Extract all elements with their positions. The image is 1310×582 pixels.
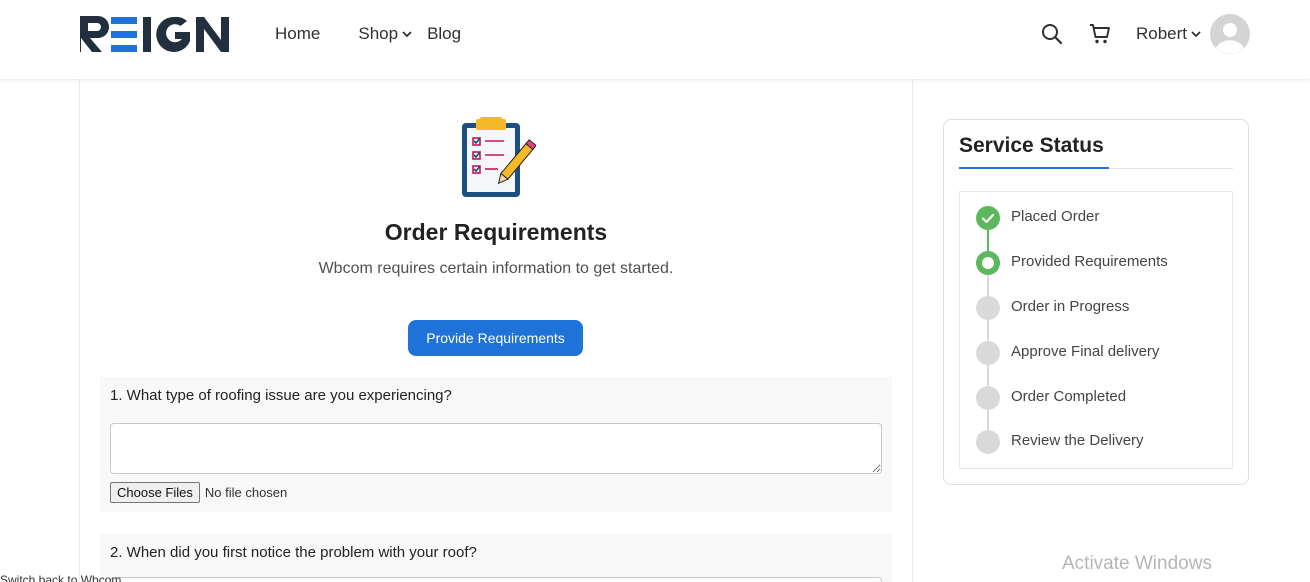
user-menu[interactable]: Robert bbox=[1136, 24, 1202, 44]
switch-back-link[interactable]: Switch back to Wbcom bbox=[0, 573, 121, 582]
header-actions: Robert bbox=[1040, 14, 1250, 54]
step-label: Provided Requirements bbox=[1011, 253, 1168, 270]
avatar[interactable] bbox=[1210, 14, 1250, 54]
step-label: Review the Delivery bbox=[1011, 432, 1144, 449]
provide-requirements-button[interactable]: Provide Requirements bbox=[408, 320, 583, 356]
nav-home[interactable]: Home bbox=[275, 24, 320, 44]
step-check-icon bbox=[976, 206, 1000, 230]
title-underline bbox=[959, 167, 1109, 169]
file-status: No file chosen bbox=[204, 485, 288, 500]
answer-textarea[interactable] bbox=[110, 423, 882, 474]
step-pending-icon bbox=[976, 296, 1000, 320]
nav-shop[interactable]: Shop bbox=[358, 24, 413, 44]
clipboard-checklist-icon bbox=[462, 117, 536, 197]
cart-icon[interactable] bbox=[1088, 22, 1112, 46]
activate-windows-watermark: Activate Windows bbox=[1062, 553, 1212, 574]
page-subtitle: Wbcom requires certain information to ge… bbox=[318, 260, 674, 277]
service-status-title: Service Status bbox=[959, 134, 1104, 157]
step-label: Placed Order bbox=[1011, 208, 1100, 225]
step-label: Order Completed bbox=[1011, 388, 1127, 405]
step-label: Order in Progress bbox=[1011, 298, 1130, 315]
chevron-down-icon bbox=[402, 31, 412, 38]
site-header: Home Shop Blog Robert bbox=[0, 0, 1310, 79]
chevron-down-icon bbox=[1191, 31, 1201, 38]
user-name: Robert bbox=[1135, 24, 1187, 43]
search-icon[interactable] bbox=[1040, 22, 1064, 46]
choose-files-button[interactable]: Choose Files bbox=[110, 482, 200, 503]
step-label: Approve Final delivery bbox=[1011, 343, 1160, 360]
question-label: 1. What type of roofing issue are you ex… bbox=[110, 387, 452, 404]
answer-textarea[interactable] bbox=[110, 577, 882, 582]
question-label: 2. When did you first notice the problem… bbox=[110, 544, 477, 561]
page-title: Order Requirements bbox=[384, 219, 608, 245]
status-steps: Placed Order Provided Requirements Order… bbox=[959, 191, 1233, 469]
file-upload: Choose Files No file chosen bbox=[110, 482, 287, 503]
service-status-card: Service Status Placed Order Provided Req… bbox=[943, 119, 1249, 485]
nav-shop-label: Shop bbox=[358, 24, 399, 43]
nav-blog[interactable]: Blog bbox=[427, 24, 461, 44]
main-nav: Home Shop Blog bbox=[275, 22, 461, 46]
question-card: 2. When did you first notice the problem… bbox=[100, 534, 892, 582]
step-pending-icon bbox=[976, 386, 1000, 410]
reign-logo[interactable] bbox=[78, 14, 230, 54]
step-pending-icon bbox=[976, 430, 1000, 454]
question-card: 1. What type of roofing issue are you ex… bbox=[100, 377, 892, 512]
step-current-icon bbox=[976, 251, 1000, 275]
step-pending-icon bbox=[976, 341, 1000, 365]
order-requirements-panel: Order Requirements Wbcom requires certai… bbox=[79, 79, 913, 582]
